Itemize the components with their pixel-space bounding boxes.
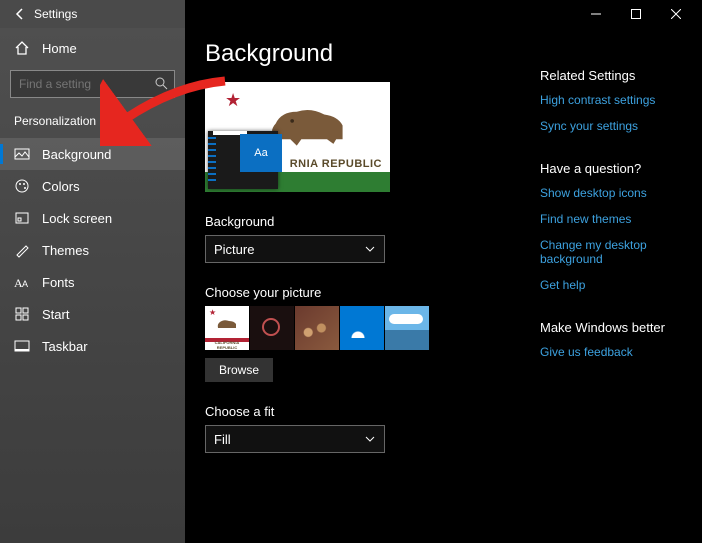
link-find-themes[interactable]: Find new themes (540, 212, 690, 226)
image-icon (14, 146, 30, 162)
background-type-dropdown[interactable]: Picture (205, 235, 385, 263)
taskbar-icon (14, 338, 30, 354)
background-preview: ★ RNIA REPUBLIC Aa (205, 82, 390, 192)
picture-thumb[interactable]: ★ CALIFORNIA REPUBLIC (205, 306, 249, 350)
sidebar-item-label: Lock screen (42, 211, 112, 226)
sidebar-item-label: Start (42, 307, 69, 322)
link-give-feedback[interactable]: Give us feedback (540, 345, 690, 359)
fit-dropdown[interactable]: Fill (205, 425, 385, 453)
close-icon (671, 9, 681, 19)
choose-picture-label: Choose your picture (205, 285, 540, 300)
picture-thumb[interactable] (295, 306, 339, 350)
link-high-contrast[interactable]: High contrast settings (540, 93, 690, 107)
sidebar-item-label: Fonts (42, 275, 75, 290)
sidebar-item-taskbar[interactable]: Taskbar (0, 330, 185, 362)
right-sidebar: Related Settings High contrast settings … (540, 28, 700, 543)
minimize-icon (591, 9, 601, 19)
picture-thumb[interactable] (385, 306, 429, 350)
lockscreen-icon (14, 210, 30, 226)
sidebar: Home Personalization Background Colors L… (0, 28, 185, 543)
chevron-down-icon (364, 243, 376, 255)
search-icon (154, 76, 168, 90)
sidebar-item-themes[interactable]: Themes (0, 234, 185, 266)
dropdown-value: Picture (214, 242, 254, 257)
preview-sample-tile: Aa (240, 134, 282, 172)
palette-icon (14, 178, 30, 194)
better-title: Make Windows better (540, 320, 690, 335)
flag-star-icon: ★ (225, 90, 241, 111)
sidebar-item-background[interactable]: Background (0, 138, 185, 170)
picture-thumb[interactable] (340, 306, 384, 350)
sidebar-item-colors[interactable]: Colors (0, 170, 185, 202)
svg-text:A: A (22, 279, 28, 289)
home-icon (14, 40, 30, 56)
flag-text: RNIA REPUBLIC (290, 158, 382, 170)
maximize-button[interactable] (616, 0, 656, 28)
sidebar-item-lockscreen[interactable]: Lock screen (0, 202, 185, 234)
sidebar-item-label: Colors (42, 179, 80, 194)
sidebar-item-start[interactable]: Start (0, 298, 185, 330)
sidebar-item-fonts[interactable]: AA Fonts (0, 266, 185, 298)
link-change-background[interactable]: Change my desktop background (540, 238, 690, 266)
search-input[interactable] (10, 70, 175, 98)
dropdown-value: Fill (214, 432, 231, 447)
picture-thumb[interactable] (250, 306, 294, 350)
window-title: Settings (34, 7, 77, 21)
back-arrow-icon (13, 7, 27, 21)
link-sync-settings[interactable]: Sync your settings (540, 119, 690, 133)
sidebar-home-label: Home (42, 41, 77, 56)
chevron-down-icon (364, 433, 376, 445)
close-button[interactable] (656, 0, 696, 28)
brush-icon (14, 242, 30, 258)
question-title: Have a question? (540, 161, 690, 176)
related-settings-title: Related Settings (540, 68, 690, 83)
picture-thumbnails: ★ CALIFORNIA REPUBLIC (205, 306, 540, 350)
page-title: Background (205, 40, 540, 68)
browse-button[interactable]: Browse (205, 358, 273, 382)
start-icon (14, 306, 30, 322)
fit-label: Choose a fit (205, 404, 540, 419)
font-icon: AA (14, 274, 30, 290)
minimize-button[interactable] (576, 0, 616, 28)
sidebar-home[interactable]: Home (0, 32, 185, 64)
sidebar-item-label: Themes (42, 243, 89, 258)
back-button[interactable] (6, 0, 34, 28)
sidebar-item-label: Taskbar (42, 339, 88, 354)
link-get-help[interactable]: Get help (540, 278, 690, 292)
background-dropdown-label: Background (205, 214, 540, 229)
sidebar-section-label: Personalization (0, 108, 185, 138)
maximize-icon (631, 9, 641, 19)
sidebar-item-label: Background (42, 147, 111, 162)
link-show-desktop-icons[interactable]: Show desktop icons (540, 186, 690, 200)
